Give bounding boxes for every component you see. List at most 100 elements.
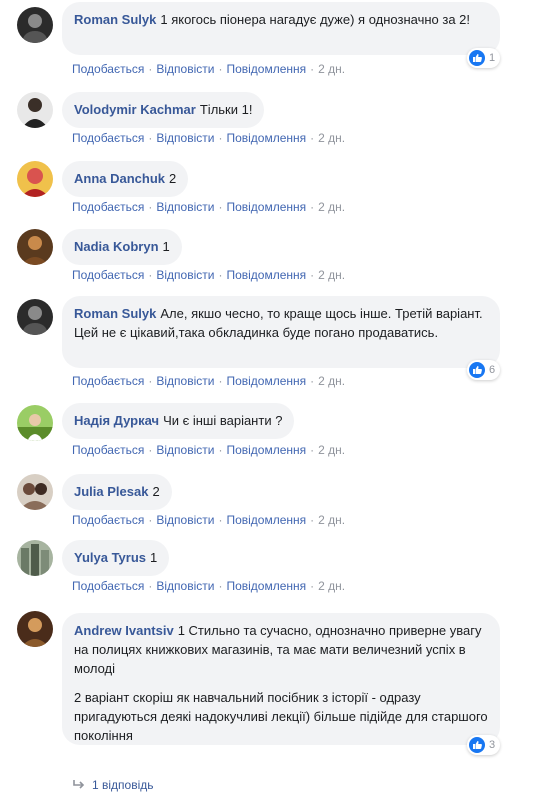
comment-actions: Подобається · Відповісти · Повідомлення · 2 дн… [72,442,345,458]
comment-author[interactable]: Anna Danchuk [74,171,165,186]
like-link[interactable]: Подобається [72,579,144,593]
comment-text: Тільки 1! [199,102,253,117]
reply-link[interactable]: Відповісти [156,131,214,145]
comment-bubble: Andrew Ivantsiv 1 Стильно та сучасно, одн… [62,613,500,745]
separator: · [310,62,315,76]
avatar[interactable] [17,474,53,510]
reply-link[interactable]: Відповісти [156,579,214,593]
message-link[interactable]: Повідомлення [226,200,306,214]
comment-author[interactable]: Nadia Kobryn [74,239,159,254]
separator: · [310,200,315,214]
comment-text: 1 [162,239,170,254]
avatar[interactable] [17,540,53,576]
comment-author[interactable]: Andrew Ivantsiv [74,623,174,638]
separator: · [218,200,223,214]
comment-time[interactable]: 2 дн. [318,443,345,457]
comment-text: Чи є інші варіанти ? [163,413,283,428]
separator: · [148,513,153,527]
comment-bubble: Roman Sulyk 1 якогось піонера нагадує дуж… [62,2,500,55]
comment-bubble: Yulya Tyrus 1 [62,540,170,576]
avatar[interactable] [17,92,53,128]
like-link[interactable]: Подобається [72,443,144,457]
message-link[interactable]: Повідомлення [226,62,306,76]
separator: · [218,579,223,593]
comment-bubble: Julia Plesak 2 [62,474,172,510]
comment-author[interactable]: Roman Sulyk [74,306,156,321]
like-link[interactable]: Подобається [72,200,144,214]
like-link[interactable]: Подобається [72,374,144,388]
comment-time[interactable]: 2 дн. [318,268,345,282]
avatar[interactable] [17,229,53,265]
comment-text: 2 [152,484,160,499]
reply-link[interactable]: Відповісти [156,513,214,527]
avatar[interactable] [17,611,53,647]
comment-text: 2 [169,171,177,186]
separator: · [148,374,153,388]
reply-link[interactable]: Відповісти [156,374,214,388]
comment-actions: Подобається · Відповісти · Повідомлення · 2 дн… [72,61,345,77]
comment-bubble: Volodymir Kachmar Тільки 1! [62,92,265,128]
separator: · [218,62,223,76]
reply-link[interactable]: Відповісти [156,443,214,457]
comment-time[interactable]: 2 дн. [318,513,345,527]
comment-time[interactable]: 2 дн. [318,62,345,76]
reply-link[interactable]: Відповісти [156,200,214,214]
separator: · [310,268,315,282]
message-link[interactable]: Повідомлення [226,579,306,593]
comment-actions: Подобається · Відповісти · Повідомлення · 2 дн… [72,130,345,146]
message-link[interactable]: Повідомлення [226,131,306,145]
like-link[interactable]: Подобається [72,268,144,282]
reaction-count[interactable]: 1 [467,48,501,68]
separator: · [218,374,223,388]
message-link[interactable]: Повідомлення [226,443,306,457]
like-icon [469,362,485,378]
comment-text: 1 [150,550,158,565]
message-link[interactable]: Повідомлення [226,513,306,527]
avatar[interactable] [17,7,53,43]
separator: · [148,200,153,214]
separator: · [310,579,315,593]
comment-bubble: Надія Дуркач Чи є інші варіанти ? [62,403,295,439]
comment-time[interactable]: 2 дн. [318,131,345,145]
comment-time[interactable]: 2 дн. [318,374,345,388]
separator: · [218,513,223,527]
comment-actions: Подобається · Відповісти · Повідомлення · 2 дн… [72,267,345,283]
avatar[interactable] [17,299,53,335]
comment-time[interactable]: 2 дн. [318,200,345,214]
like-link[interactable]: Подобається [72,513,144,527]
reaction-count[interactable]: 6 [467,360,501,380]
separator: · [310,513,315,527]
separator: · [218,268,223,282]
reaction-count[interactable]: 3 [467,735,501,755]
separator: · [148,579,153,593]
comment-author[interactable]: Надія Дуркач [74,413,159,428]
avatar[interactable] [17,161,53,197]
reply-arrow-icon [72,779,86,791]
replies-count[interactable]: 1 відповідь [92,778,154,792]
like-link[interactable]: Подобається [72,62,144,76]
comment-bubble: Roman Sulyk Але, якшо чесно, то краще щос… [62,296,500,368]
comment-author[interactable]: Yulya Tyrus [74,550,146,565]
separator: · [148,62,153,76]
separator: · [310,443,315,457]
separator: · [218,131,223,145]
comment-text: 1 якогось піонера нагадує дуже) я однозн… [160,12,471,27]
reply-link[interactable]: Відповісти [156,62,214,76]
comment-time[interactable]: 2 дн. [318,579,345,593]
comment-actions: Подобається · Відповісти · Повідомлення · 2 дн… [72,578,345,594]
avatar[interactable] [17,405,53,441]
comment-author[interactable]: Julia Plesak [74,484,148,499]
comment-bubble: Nadia Kobryn 1 [62,229,182,265]
comment-actions: Подобається · Відповісти · Повідомлення · 2 дн… [72,373,345,389]
message-link[interactable]: Повідомлення [226,268,306,282]
like-link[interactable]: Подобається [72,131,144,145]
separator: · [148,268,153,282]
view-replies-link[interactable]: 1 відповідь [72,778,154,792]
reaction-number: 6 [489,364,496,376]
like-icon [469,50,485,66]
comment-author[interactable]: Volodymir Kachmar [74,102,196,117]
message-link[interactable]: Повідомлення [226,374,306,388]
separator: · [310,131,315,145]
comment-author[interactable]: Roman Sulyk [74,12,156,27]
reply-link[interactable]: Відповісти [156,268,214,282]
